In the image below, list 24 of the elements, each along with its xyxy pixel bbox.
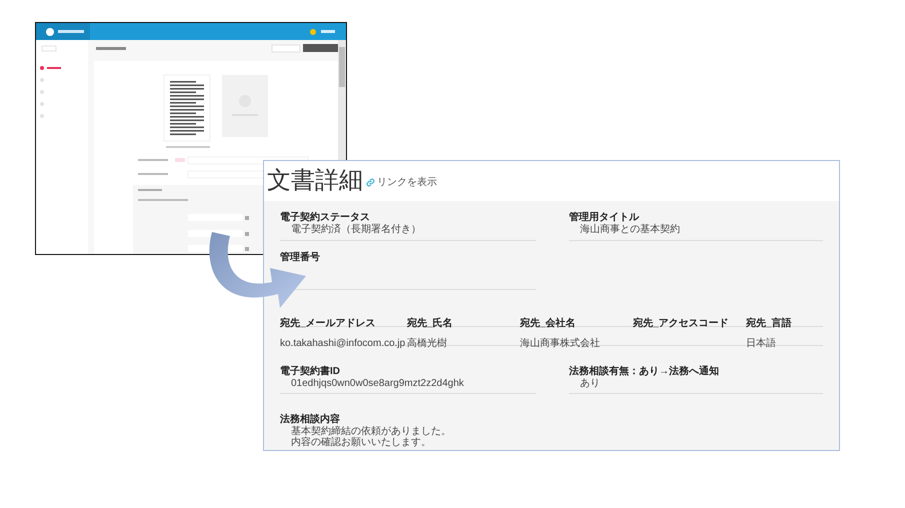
column-header: 宛先_メールアドレス	[280, 318, 376, 329]
field-label: 管理用タイトル	[569, 212, 640, 224]
table-cell: ko.takahashi@infocom.co.jp	[280, 338, 406, 349]
field-label: 電子契約ステータス	[280, 212, 371, 224]
field-label: 法務相談内容	[280, 414, 341, 426]
field-value: あり	[579, 378, 601, 390]
column-header: 宛先_会社名	[520, 318, 576, 329]
field-label: 管理番号	[280, 252, 321, 264]
table-cell: 日本語	[746, 338, 776, 349]
table-cell: 高橋光樹	[407, 338, 447, 349]
field-value: 01edhjqs0wn0w0se8arg9mzt2z2d4ghk	[290, 378, 465, 390]
field-value: 海山商事との基本契約	[579, 224, 681, 236]
field-value: 基本契約締結の依頼がありました。	[290, 426, 452, 437]
column-header: 宛先_アクセスコード	[633, 318, 729, 329]
show-link[interactable]: リンクを表示	[366, 174, 437, 190]
field-label: 電子契約書ID	[280, 366, 341, 378]
link-icon	[366, 178, 375, 186]
column-header: 宛先_言語	[746, 318, 792, 329]
table-cell: 海山商事株式会社	[520, 338, 600, 349]
field-value: 電子契約済（長期署名付き）	[290, 224, 422, 236]
field-value: 内容の確認お願いいたします。	[290, 437, 432, 448]
column-header: 宛先_氏名	[407, 318, 453, 329]
field-label: 法務相談有無：あり→法務へ通知	[569, 366, 720, 378]
page-title: 文書詳細	[267, 167, 363, 195]
